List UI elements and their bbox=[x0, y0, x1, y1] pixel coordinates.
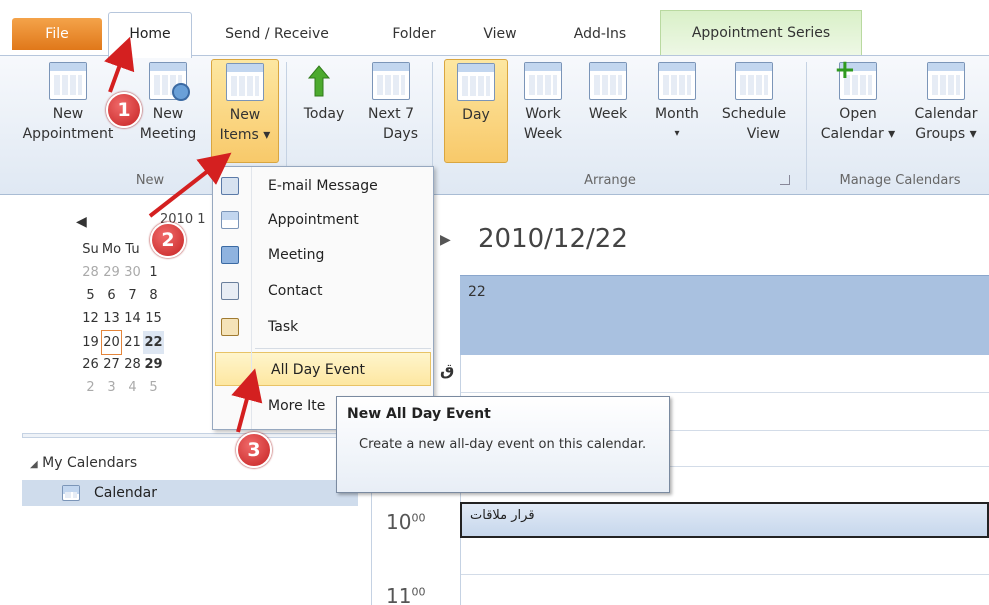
step-badge-3: 3 bbox=[236, 432, 272, 468]
arrow-2 bbox=[148, 152, 232, 218]
outlook-window: { "tabs":{"file":"File","home":"Home","s… bbox=[0, 0, 989, 605]
arrow-3 bbox=[231, 368, 263, 433]
step-badge-1: 1 bbox=[106, 92, 142, 128]
step-badge-2: 2 bbox=[150, 222, 186, 258]
arrow-1 bbox=[104, 36, 135, 93]
annotation-arrows bbox=[104, 36, 263, 433]
